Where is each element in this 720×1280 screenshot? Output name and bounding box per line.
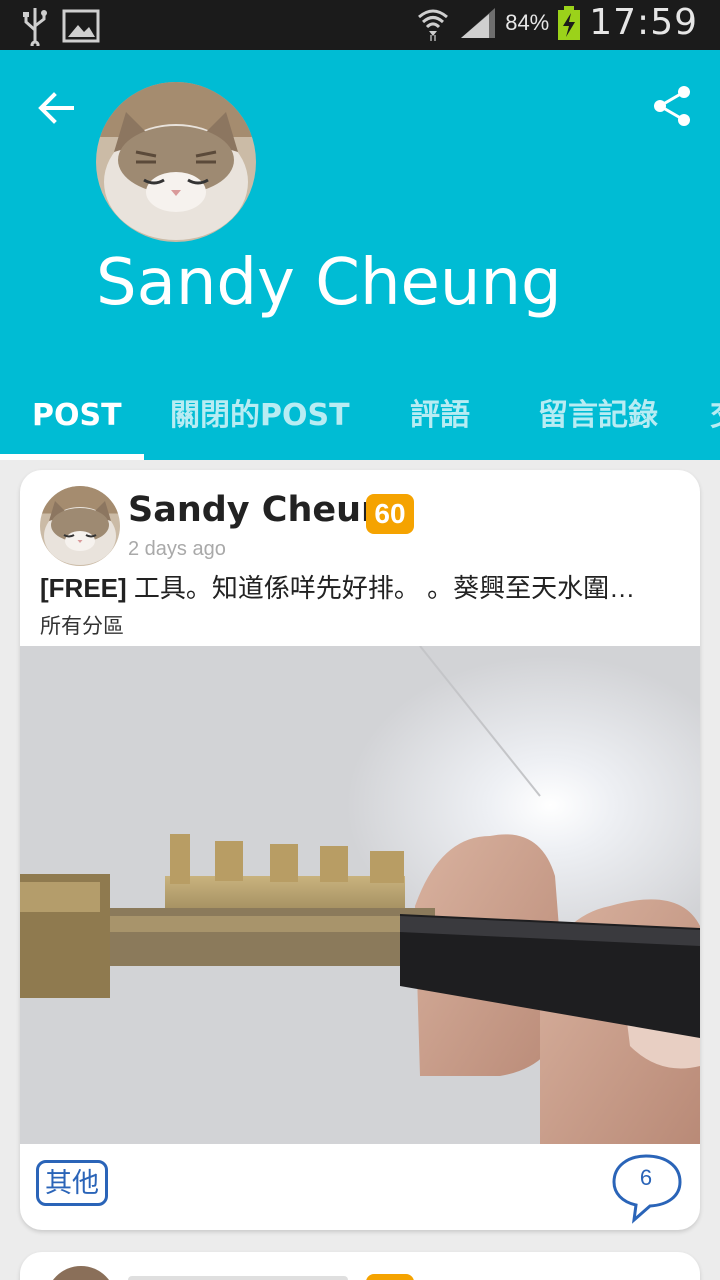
signal-icon [461, 7, 496, 38]
post-card[interactable]: Sandy Cheung 60 2 days ago [FREE] 工具。知道係… [20, 470, 700, 1230]
post-image[interactable] [20, 646, 700, 1144]
author-name-placeholder [128, 1276, 348, 1280]
tab-message-history[interactable]: 留言記錄 [538, 380, 658, 460]
battery-percent: 84% [505, 9, 550, 35]
clock: 17:59 [589, 2, 698, 43]
profile-avatar [96, 82, 256, 242]
comment-button[interactable]: 6 [612, 1152, 684, 1224]
battery-charging-icon [558, 5, 581, 40]
wifi-icon [418, 9, 449, 41]
tab-reviews[interactable]: 評語 [410, 380, 470, 460]
tab-closed-post[interactable]: 關閉的POST [170, 380, 350, 460]
tab-indicator [0, 454, 144, 460]
profile-header: Sandy Cheung POST 關閉的POST 評語 留言記錄 交 [0, 50, 720, 460]
author-avatar[interactable] [40, 486, 120, 566]
comment-count: 6 [639, 1165, 653, 1190]
level-badge: 60 [366, 494, 414, 534]
category-chip[interactable]: 其他 [36, 1160, 108, 1206]
level-badge [366, 1274, 414, 1280]
back-arrow-icon [38, 92, 74, 124]
tab-post[interactable]: POST [32, 380, 122, 460]
usb-icon [23, 8, 47, 46]
post-title[interactable]: [FREE] 工具。知道係咩先好排。 。葵興至天水圍… [40, 568, 680, 605]
author-avatar[interactable] [46, 1266, 116, 1280]
next-post-card[interactable] [20, 1252, 700, 1280]
share-button[interactable] [650, 84, 694, 128]
back-button[interactable] [34, 86, 78, 130]
post-tag: [FREE] [40, 573, 127, 603]
post-title-text: 工具。知道係咩先好排。 。葵興至天水圍… [126, 573, 636, 603]
status-bar: 84% 17:59 [0, 0, 720, 50]
post-time: 2 days ago [128, 538, 226, 560]
tab-more[interactable]: 交 [710, 380, 720, 460]
key-photo [20, 646, 700, 1144]
cat-avatar-image [40, 486, 120, 566]
tab-bar: POST 關閉的POST 評語 留言記錄 交 [0, 380, 720, 460]
profile-name: Sandy Cheung [96, 246, 562, 320]
post-section: 所有分區 [40, 615, 124, 638]
image-icon [62, 9, 100, 43]
cat-avatar-image [96, 82, 256, 242]
share-icon [654, 86, 690, 126]
